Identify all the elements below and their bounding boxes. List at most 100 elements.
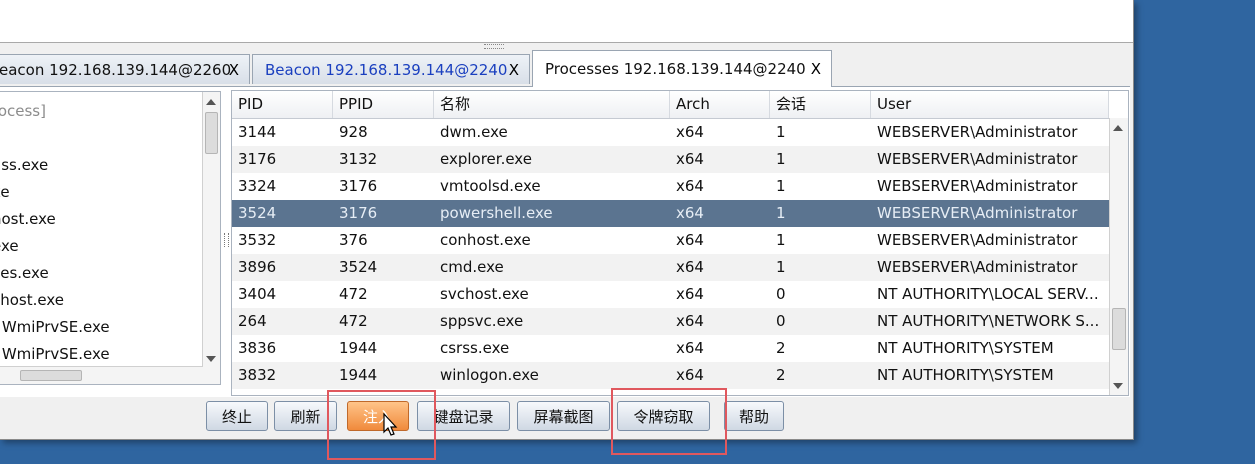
cell-pid: 3896 bbox=[238, 258, 277, 276]
column-header-arch[interactable]: Arch bbox=[670, 91, 770, 118]
tab-processes-2240[interactable]: Processes 192.168.139.144@2240 X bbox=[532, 50, 832, 87]
cell-pid: 3324 bbox=[238, 177, 277, 195]
screenshot-button[interactable]: 屏幕截图 bbox=[517, 401, 610, 431]
table-row[interactable]: 3896 3524 cmd.exe x64 1 WEBSERVER\Administrat… bbox=[232, 254, 1109, 281]
tree-item[interactable]: ces.exe bbox=[0, 260, 49, 287]
cell-name: svchost.exe bbox=[440, 285, 529, 303]
cell-user: NT AUTHORITY\SYSTEM bbox=[877, 339, 1054, 357]
cell-session: 1 bbox=[776, 204, 786, 222]
column-header-pid[interactable]: PID bbox=[232, 91, 333, 118]
tree-vertical-scrollbar[interactable] bbox=[202, 92, 220, 384]
inject-highlight-box bbox=[327, 390, 436, 460]
table-row[interactable]: 3836 1944 csrss.exe x64 2 NT AUTHORITY\SYSTEM bbox=[232, 335, 1109, 362]
cell-session: 1 bbox=[776, 231, 786, 249]
process-table: PID PPID 名称 Arch 会话 User 3144 928 dwm.exe x… bbox=[231, 90, 1129, 396]
cell-arch: x64 bbox=[676, 123, 704, 141]
cell-arch: x64 bbox=[676, 312, 704, 330]
table-row[interactable]: 3144 928 dwm.exe x64 1 WEBSERVER\Administrato… bbox=[232, 119, 1109, 146]
tree-item[interactable]: exe bbox=[0, 233, 19, 260]
tree-horizontal-scrollbar[interactable] bbox=[0, 366, 203, 384]
console-top-pane bbox=[0, 0, 1133, 43]
cell-ppid: 472 bbox=[339, 285, 368, 303]
process-browser-window: eacon 192.168.139.144@2260 X Beacon 192.… bbox=[0, 0, 1134, 440]
cell-ppid: 928 bbox=[339, 123, 368, 141]
tree-item[interactable]: ass.exe bbox=[0, 152, 48, 179]
cell-name: conhost.exe bbox=[440, 231, 531, 249]
table-row[interactable]: 3832 1944 winlogon.exe x64 2 NT AUTHORITY\SYS… bbox=[232, 362, 1109, 389]
tree-item[interactable]: chost.exe bbox=[0, 287, 64, 314]
cell-user: WEBSERVER\Administrator bbox=[877, 150, 1078, 168]
cell-pid: 3836 bbox=[238, 339, 277, 357]
table-row[interactable]: 3176 3132 explorer.exe x64 1 WEBSERVER\Admini… bbox=[232, 146, 1109, 173]
cell-pid: 3404 bbox=[238, 285, 277, 303]
table-row[interactable]: 3324 3176 vmtoolsd.exe x64 1 WEBSERVER\Admini… bbox=[232, 173, 1109, 200]
column-header-user[interactable]: User bbox=[871, 91, 1109, 118]
table-header: PID PPID 名称 Arch 会话 User bbox=[232, 91, 1109, 119]
action-button-bar: 终止 刷新 注入 键盘记录 屏幕截图 令牌窃取 帮助 bbox=[0, 397, 1133, 439]
kill-button[interactable]: 终止 bbox=[206, 401, 268, 431]
cell-pid: 3532 bbox=[238, 231, 277, 249]
cell-session: 0 bbox=[776, 312, 786, 330]
cell-session: 2 bbox=[776, 339, 786, 357]
tree-item[interactable]: : WmiPrvSE.exe bbox=[0, 314, 110, 341]
table-row[interactable]: 3404 472 svchost.exe x64 0 NT AUTHORITY\LOCAL… bbox=[232, 281, 1109, 308]
tree-item[interactable]: : WmiPrvSE.exe bbox=[0, 341, 110, 368]
cell-ppid: 1944 bbox=[339, 366, 378, 384]
cell-pid: 3832 bbox=[238, 366, 277, 384]
scroll-down-arrow-icon[interactable] bbox=[1113, 383, 1123, 389]
tab-title: Processes 192.168.139.144@2240 bbox=[545, 60, 806, 78]
tree-item[interactable]: rocess] bbox=[0, 98, 46, 125]
tab-bar: eacon 192.168.139.144@2260 X Beacon 192.… bbox=[0, 50, 1133, 87]
splitter-grip[interactable] bbox=[484, 44, 504, 49]
tab-close-icon[interactable]: X bbox=[811, 51, 821, 87]
cell-name: csrss.exe bbox=[440, 339, 510, 357]
cell-name: powershell.exe bbox=[440, 204, 553, 222]
cell-ppid: 3132 bbox=[339, 150, 378, 168]
splitter-grip[interactable] bbox=[224, 233, 229, 247]
table-vertical-scrollbar[interactable] bbox=[1109, 118, 1128, 395]
cell-name: vmtoolsd.exe bbox=[440, 177, 541, 195]
vertical-splitter[interactable] bbox=[221, 91, 231, 383]
cell-pid: 3524 bbox=[238, 204, 277, 222]
cell-user: WEBSERVER\Administrator bbox=[877, 177, 1078, 195]
processes-panel: rocess] ass.exe xe nost.exe exe ces.exe … bbox=[0, 86, 1130, 397]
cell-arch: x64 bbox=[676, 177, 704, 195]
cell-user: WEBSERVER\Administrator bbox=[877, 204, 1078, 222]
scroll-thumb[interactable] bbox=[1112, 308, 1126, 350]
steal-token-highlight-box bbox=[611, 388, 727, 455]
cell-session: 0 bbox=[776, 285, 786, 303]
cell-name: explorer.exe bbox=[440, 150, 532, 168]
column-header-name[interactable]: 名称 bbox=[434, 91, 670, 118]
tab-beacon-2260[interactable]: eacon 192.168.139.144@2260 X bbox=[0, 54, 250, 84]
cell-arch: x64 bbox=[676, 366, 704, 384]
cell-arch: x64 bbox=[676, 339, 704, 357]
scroll-down-arrow-icon[interactable] bbox=[206, 356, 216, 362]
tree-item[interactable]: xe bbox=[0, 179, 10, 206]
scroll-thumb[interactable] bbox=[205, 112, 218, 154]
cell-ppid: 3176 bbox=[339, 177, 378, 195]
cell-pid: 3176 bbox=[238, 150, 277, 168]
scroll-up-arrow-icon[interactable] bbox=[206, 99, 216, 105]
tab-title: Beacon 192.168.139.144@2240 bbox=[265, 61, 508, 79]
cell-arch: x64 bbox=[676, 204, 704, 222]
tab-beacon-2240[interactable]: Beacon 192.168.139.144@2240 X bbox=[252, 54, 530, 84]
table-row[interactable]: 3524 3176 powershell.exe x64 1 WEBSERVER\Admi… bbox=[232, 200, 1109, 227]
column-header-session[interactable]: 会话 bbox=[770, 91, 871, 118]
cell-arch: x64 bbox=[676, 231, 704, 249]
cell-arch: x64 bbox=[676, 150, 704, 168]
help-button[interactable]: 帮助 bbox=[724, 401, 784, 431]
scroll-thumb[interactable] bbox=[20, 370, 82, 381]
tab-close-icon[interactable]: X bbox=[509, 55, 519, 85]
scroll-up-arrow-icon[interactable] bbox=[1113, 125, 1123, 131]
cell-session: 1 bbox=[776, 123, 786, 141]
tab-close-icon[interactable]: X bbox=[229, 55, 239, 85]
cell-name: dwm.exe bbox=[440, 123, 508, 141]
column-header-ppid[interactable]: PPID bbox=[333, 91, 434, 118]
table-row[interactable]: 3532 376 conhost.exe x64 1 WEBSERVER\Administ… bbox=[232, 227, 1109, 254]
table-row[interactable]: 264 472 sppsvc.exe x64 0 NT AUTHORITY\NETWORK… bbox=[232, 308, 1109, 335]
cell-arch: x64 bbox=[676, 258, 704, 276]
horizontal-splitter[interactable] bbox=[0, 43, 1133, 49]
tree-item[interactable]: nost.exe bbox=[0, 206, 56, 233]
cell-name: sppsvc.exe bbox=[440, 312, 524, 330]
cell-ppid: 1944 bbox=[339, 339, 378, 357]
